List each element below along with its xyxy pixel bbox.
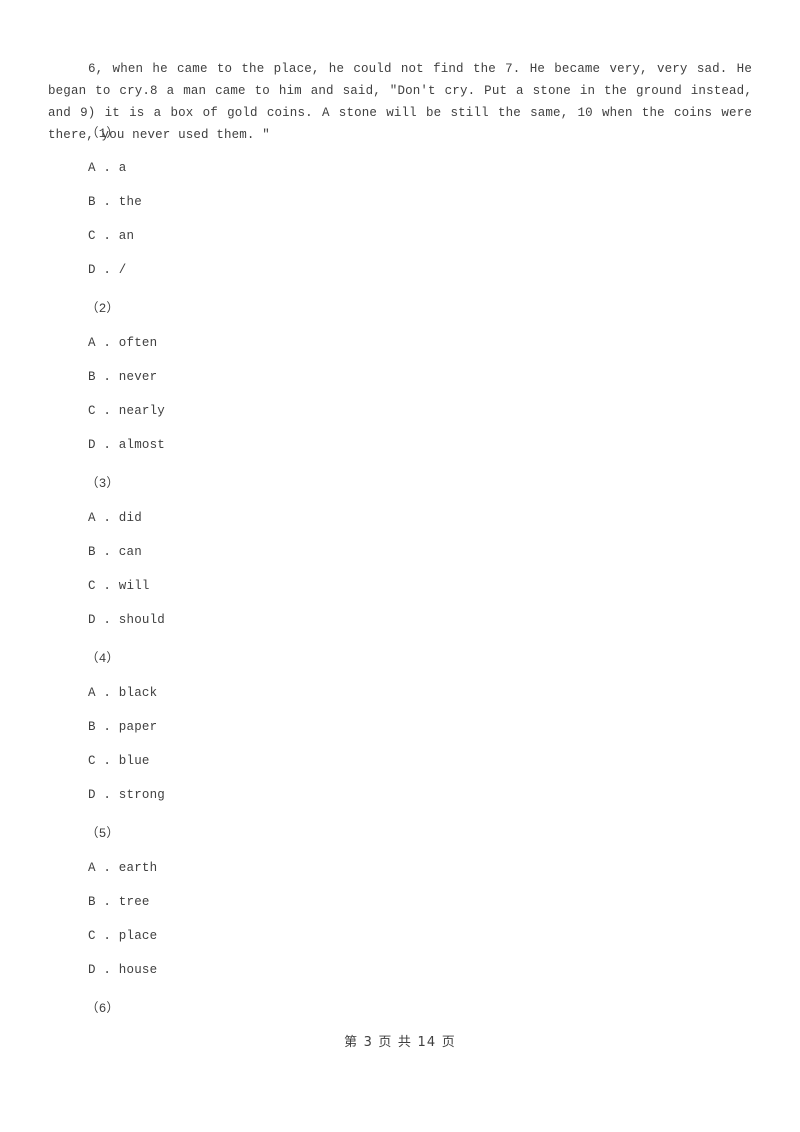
- question-option[interactable]: B . paper: [88, 721, 800, 755]
- question-option[interactable]: B . never: [88, 371, 800, 405]
- page-footer: 第 3 页 共 14 页: [344, 1035, 456, 1050]
- question-option[interactable]: A . earth: [88, 862, 800, 896]
- question-number: （1）: [86, 127, 120, 141]
- question-option[interactable]: D . strong: [88, 789, 800, 823]
- question-option[interactable]: B . tree: [88, 896, 800, 930]
- question-block: （5） A . earth B . tree C . place D . house: [0, 828, 800, 998]
- question-option[interactable]: D . /: [88, 264, 800, 298]
- question-block: （2） A . often B . never C . nearly D . almos…: [0, 303, 800, 473]
- question-option[interactable]: A . often: [88, 337, 800, 371]
- question-block: （3） A . did B . can C . will D . should: [0, 478, 800, 648]
- question-option[interactable]: D . house: [88, 964, 800, 998]
- question-option[interactable]: B . the: [88, 196, 800, 230]
- question-option[interactable]: A . black: [88, 687, 800, 721]
- question-option[interactable]: C . an: [88, 230, 800, 264]
- question-option[interactable]: B . can: [88, 546, 800, 580]
- question-block: （6）: [0, 1003, 800, 1037]
- question-option[interactable]: C . nearly: [88, 405, 800, 439]
- question-number: （3）: [86, 477, 120, 491]
- question-option[interactable]: D . should: [88, 614, 800, 648]
- question-option[interactable]: C . blue: [88, 755, 800, 789]
- question-option[interactable]: D . almost: [88, 439, 800, 473]
- question-number: （2）: [86, 302, 120, 316]
- question-option[interactable]: C . will: [88, 580, 800, 614]
- question-block: （1） A . aB . the C . an D . /: [0, 128, 800, 298]
- question-option[interactable]: A . did: [88, 512, 800, 546]
- question-number: （6）: [86, 1002, 120, 1016]
- question-number: （5）: [86, 827, 120, 841]
- question-block: （4） A . black B . paper C . blue D . strong: [0, 653, 800, 823]
- document-page: 6, when he came to the place, he could n…: [0, 0, 800, 1132]
- question-option[interactable]: C . place: [88, 930, 800, 964]
- question-number: （4）: [86, 652, 120, 666]
- question-option[interactable]: A . a: [88, 162, 800, 196]
